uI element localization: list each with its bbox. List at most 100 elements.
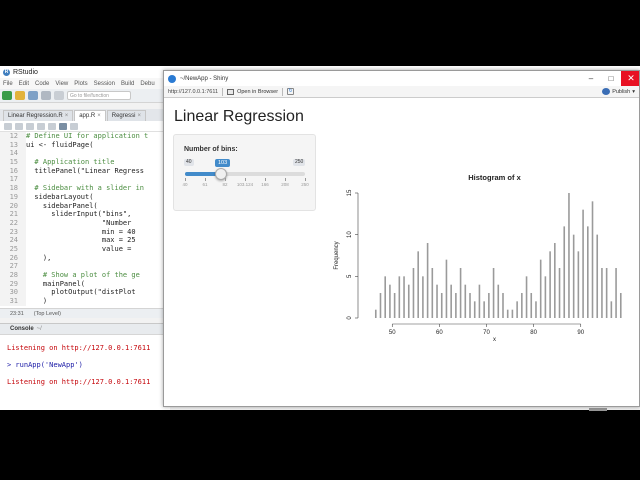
menu-item-edit[interactable]: Edit [19,81,29,87]
menu-item-plots[interactable]: Plots [74,81,87,87]
line-number: 14 [0,149,26,159]
shiny-window-title: ~/NewApp - Shiny [180,75,229,82]
code-line[interactable]: 28 # Show a plot of the ge [0,271,170,280]
slider-grid-tick [305,178,306,181]
code-text: mainPanel( [26,279,86,288]
menu-item-build[interactable]: Build [121,81,134,87]
refresh-icon[interactable]: ↻ [287,88,295,95]
goto-file-input[interactable]: Go to file/function [67,91,131,100]
close-button[interactable]: ✕ [621,71,639,86]
code-line[interactable]: 12 # Define UI for application t [0,132,170,141]
editor-tabs: Linear Regression.R × app.R × Regressi × [0,109,170,121]
line-number: 23 [0,227,26,237]
code-line[interactable]: 27 [0,262,170,272]
code-editor[interactable]: 12 # Define UI for application t 13 ui <- f… [0,132,170,308]
editor-tab[interactable]: Linear Regression.R × [3,110,74,121]
rstudio-toolbar: Go to file/function [0,89,170,103]
menu-item-debu[interactable]: Debu [140,81,154,87]
print-icon[interactable] [54,91,64,100]
save-file-icon[interactable] [37,122,45,130]
rstudio-title: RStudio [13,68,38,76]
url-display: http://127.0.0.1:7611 [168,88,219,95]
code-line[interactable]: 13 ui <- fluidPage( [0,140,170,150]
open-in-browser-button[interactable]: Open in Browser [227,88,278,95]
right-pane-scrollbar[interactable] [589,408,607,411]
code-line[interactable]: 18 # Sidebar with a slider in [0,184,170,193]
code-line[interactable]: 31 ) [0,297,170,306]
code-text: titlePanel("Linear Regress [26,166,145,175]
slider-grid-tick [265,178,266,181]
slider-grid-label: 40 [182,182,188,187]
code-line[interactable]: 20 sidebarPanel( [0,201,170,211]
code-line[interactable]: 22 "Number [0,218,170,228]
search-icon[interactable] [48,122,56,130]
code-line[interactable]: 26 ), [0,253,170,263]
shiny-addressbar: http://127.0.0.1:7611 Open in Browser ↻ … [164,86,639,98]
slider-value-label: 103 [215,159,231,167]
code-line[interactable]: 25 value = [0,244,170,254]
shiny-app-content: Linear Regression Number of bins: 40 103… [164,98,639,406]
y-tick-label: 15 [347,189,353,196]
slider-grid-tick [225,178,226,181]
save-all-icon[interactable] [41,91,51,100]
format-menu-icon[interactable] [70,122,78,130]
menu-item-file[interactable]: File [3,81,13,87]
code-text: sidebarPanel( [26,201,98,210]
menu-item-code[interactable]: Code [35,81,49,87]
console-title[interactable]: Console [10,326,34,332]
back-arrow-icon[interactable] [4,122,12,130]
console-line: Listening on http://127.0.0.1:7611 [7,377,151,386]
line-number: 15 [0,158,26,167]
maximize-button[interactable]: □ [601,71,621,86]
slider-grid-label: 166 [261,182,269,187]
console-output[interactable]: Listening on http://127.0.0.1:7611 > runA… [0,335,170,410]
code-text: # Show a plot of the ge [26,271,140,279]
code-line[interactable]: 14 [0,149,170,159]
magic-wand-icon[interactable] [59,122,67,130]
forward-arrow-icon[interactable] [15,122,23,130]
code-line[interactable]: 24 max = 25 [0,236,170,245]
close-tab-icon[interactable]: × [137,113,141,119]
slider-grid: 40 61 82 103.124 166 208 250 [182,178,309,190]
code-text: value = [26,244,132,253]
histogram-chart: Histogram of x x Frequency 50 60 70 80 90 0 5 10 15 [334,173,622,343]
code-line[interactable]: 23 min = 40 [0,227,170,237]
code-line[interactable]: 17 [0,175,170,185]
code-line[interactable]: 19 sidebarLayout( [0,192,170,202]
bins-slider[interactable] [185,168,305,180]
publish-button[interactable]: Publish ▾ [602,88,635,95]
show-in-window-icon[interactable] [26,122,34,130]
chart-title: Histogram of x [468,173,521,182]
menu-item-session[interactable]: Session [94,81,115,87]
editor-tab[interactable]: app.R × [74,110,106,121]
new-file-icon[interactable] [2,91,12,100]
line-number: 16 [0,166,26,176]
save-icon[interactable] [28,91,38,100]
y-axis-label: Frequency [334,241,340,269]
editor-tab[interactable]: Regressi × [106,110,146,121]
slider-label: Number of bins: [184,146,238,153]
x-axis-label: x [493,337,496,343]
close-tab-icon[interactable]: × [65,113,69,119]
console-line: > runApp('NewApp') [7,360,83,369]
rstudio-logo-icon: R [3,68,10,76]
slider-max-label: 250 [293,159,306,166]
line-number: 13 [0,140,26,150]
close-tab-icon[interactable]: × [97,113,101,119]
minimize-button[interactable]: – [581,71,601,86]
code-line[interactable]: 15 # Application title [0,158,170,167]
code-line[interactable]: 29 mainPanel( [0,279,170,289]
shiny-titlebar: ~/NewApp - Shiny – □ ✕ [164,71,639,86]
code-line[interactable]: 16 titlePanel("Linear Regress [0,166,170,176]
line-number: 20 [0,201,26,211]
code-text: # Define UI for application t [26,132,149,140]
menu-item-view[interactable]: View [55,81,68,87]
code-text: max = 25 [26,236,136,245]
code-line[interactable]: 30 plotOutput("distPlot [0,288,170,298]
open-folder-icon[interactable] [15,91,25,100]
code-text: plotOutput("distPlot [26,288,136,297]
code-line[interactable]: 21 sliderInput("bins", [0,210,170,219]
console-path: ~/ [36,326,42,332]
slider-grid-label: 250 [301,182,309,187]
scope-indicator[interactable]: (Top Level) [34,311,61,317]
